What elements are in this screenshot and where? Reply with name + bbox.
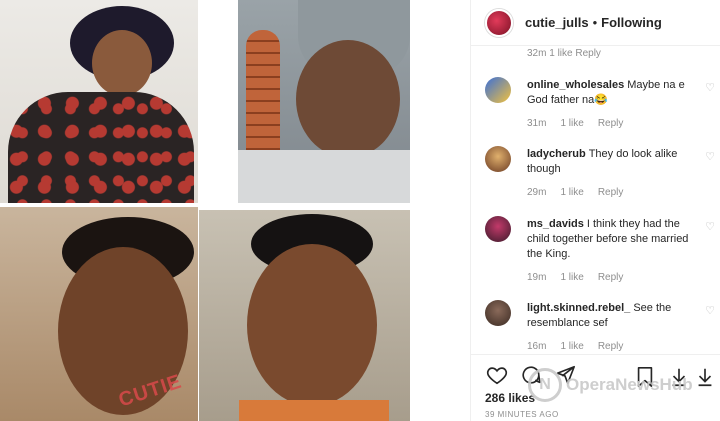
commenter-avatar[interactable] [485,77,511,103]
white-robe [238,150,410,203]
post-timestamp: 39 MINUTES AGO [485,410,559,419]
comment-heart-icon[interactable]: ♡ [705,81,715,94]
commenter-username[interactable]: online_wholesales [527,79,624,91]
reply-button[interactable]: Reply [598,341,624,352]
download-icon[interactable] [693,365,717,389]
lace-dress [8,92,194,203]
comment-time: 29m [527,187,547,198]
comment-text: ms_davids I think they had the child toge… [527,217,695,262]
comment-time: 16m [527,341,547,352]
comment-text: online_wholesales Maybe na e God father n… [527,78,695,108]
comment-text: ladycherub They do look alike though [527,147,695,177]
post-header: cutie_julls • Following [471,0,720,46]
face [247,244,377,406]
post-image[interactable]: CUTIE [0,0,470,421]
face [296,40,400,158]
comment-heart-icon[interactable]: ♡ [705,304,715,317]
photo-young-boy [199,210,410,421]
watermark-logo-icon: N [528,368,562,402]
separator: • [592,15,598,30]
watermark-text: OperaNewsHub [566,375,693,394]
watermark: N OperaNewsHub [528,368,693,402]
commenter-avatar[interactable] [485,146,511,172]
comment-meta: 31m 1 like Reply [527,118,637,129]
comments-panel: cutie_julls • Following 32m 1 like Reply… [470,0,720,421]
comment-meta: 19m 1 like Reply [527,272,637,283]
comment-text: light.skinned.rebel_ See the resemblance … [527,301,695,331]
following-button[interactable]: Following [601,15,662,30]
photo-elderly-king [238,0,410,203]
comment-time: 31m [527,118,547,129]
face [92,30,152,96]
author-username[interactable]: cutie_julls [525,15,589,30]
author-avatar[interactable] [485,8,513,37]
reply-button[interactable]: Reply [598,118,624,129]
comment-heart-icon[interactable]: ♡ [705,150,715,163]
photo-woman-in-gele [0,0,198,203]
reply-button[interactable]: Reply [598,272,624,283]
comment-likes[interactable]: 1 like [560,341,583,352]
heart-icon[interactable] [485,363,509,387]
comments-list[interactable]: 32m 1 like Reply online_wholesales Maybe … [471,46,720,354]
comment-meta: 16m 1 like Reply [527,341,637,352]
previous-comment-meta: 32m 1 like Reply [527,48,601,59]
reply-button[interactable]: Reply [598,187,624,198]
commenter-username[interactable]: ladycherub [527,148,586,160]
comment-heart-icon[interactable]: ♡ [705,220,715,233]
commenter-avatar[interactable] [485,216,511,242]
commenter-username[interactable]: light.skinned.rebel_ [527,302,630,314]
comment-time: 19m [527,272,547,283]
commenter-username[interactable]: ms_davids [527,218,584,230]
comment-likes[interactable]: 1 like [560,272,583,283]
comment-likes[interactable]: 1 like [560,118,583,129]
comment-likes[interactable]: 1 like [560,187,583,198]
commenter-avatar[interactable] [485,300,511,326]
comment-meta: 29m 1 like Reply [527,187,637,198]
orange-shirt [239,400,389,421]
